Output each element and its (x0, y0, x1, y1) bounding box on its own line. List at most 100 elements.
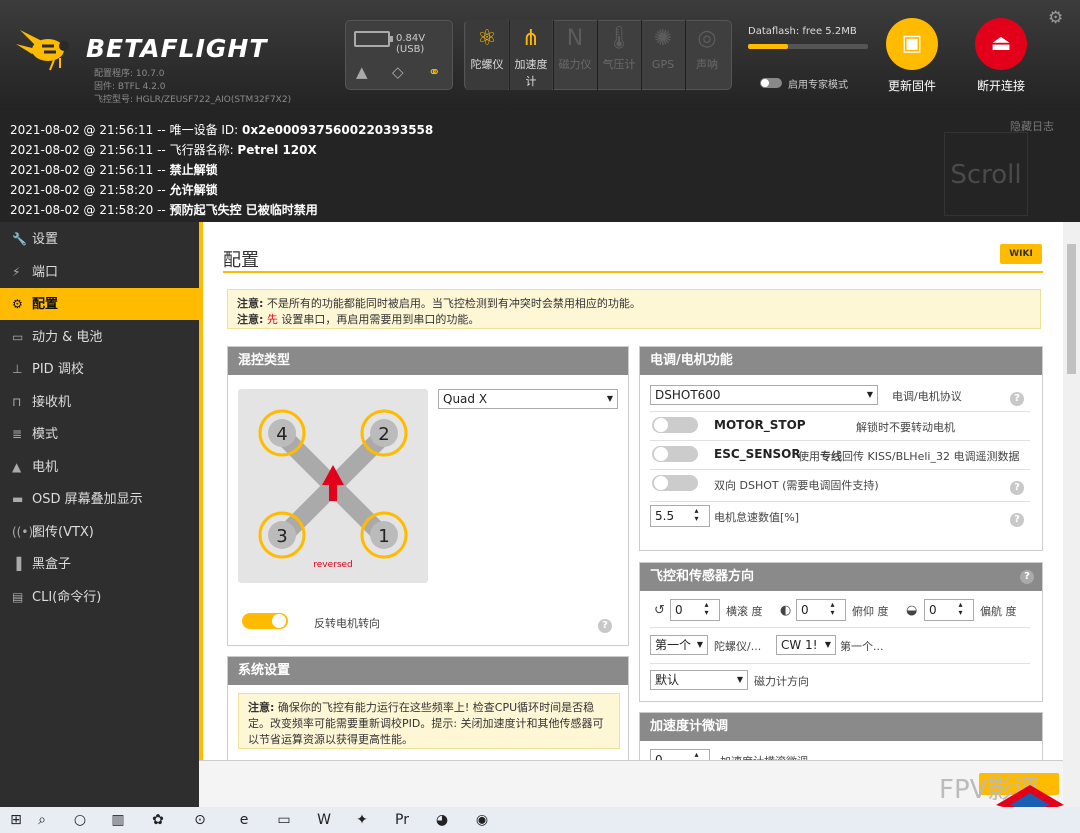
wrench-icon: 🔧 (12, 232, 27, 246)
motor-idle-input[interactable]: 5.5 (650, 505, 710, 527)
sidebar-item-osd[interactable]: ▬ OSD 屏幕叠加显示 (0, 483, 199, 515)
sidebar-item-pid[interactable]: ⊥ PID 调校 (0, 353, 199, 385)
sensor-label: 陀螺仪 (470, 58, 504, 71)
roll-input[interactable]: 0 (670, 599, 720, 621)
betaflight-icon[interactable]: ✦ (352, 811, 372, 829)
search2-icon[interactable]: ⊙ (190, 811, 210, 829)
note2-text: 设置串口，再启用需要用到串口的功能。 (277, 313, 480, 326)
sidebar-item-label: 配置 (32, 297, 59, 312)
roll-label: 横滚 度 (726, 605, 763, 618)
sidebar-item-cli[interactable]: ▤ CLI(命令行) (0, 581, 199, 613)
sidebar-item-plug[interactable]: ⚡ 端口 (0, 256, 199, 288)
motor-stop-toggle[interactable] (652, 417, 698, 433)
premiere-icon[interactable]: Pr (392, 811, 412, 829)
magnetometer-icon: N (566, 26, 584, 51)
mixer-type-select[interactable]: Quad X (438, 389, 618, 409)
gps-icon: ✺ (653, 26, 673, 51)
app2-icon[interactable]: W (314, 811, 334, 829)
system-header: 系统设置 (228, 657, 628, 685)
edge-icon[interactable]: e (234, 811, 254, 829)
gyro-icon: ⚛ (477, 26, 497, 51)
system-note: 注意: 确保你的飞控有能力运行在这些频率上! 检查CPU循环时间是否稳定。改变频… (238, 693, 620, 749)
status-panel: 0.84V (USB) ▲ ◇ ⚭ (345, 20, 453, 90)
sidebar-item-motor[interactable]: ▲ 电机 (0, 451, 199, 483)
yaw-input[interactable]: 0 (924, 599, 974, 621)
sensor-gyro: ⚛ 陀螺仪 (466, 20, 508, 90)
system-panel: 系统设置 注意: 确保你的飞控有能力运行在这些频率上! 检查CPU循环时间是否稳… (227, 656, 629, 776)
help-icon[interactable]: ? (1010, 513, 1024, 527)
settings-gear-icon[interactable]: ⚙ (1048, 8, 1063, 28)
sidebar-item-receiver[interactable]: ⊓ 接收机 (0, 386, 199, 418)
wiki-button[interactable]: WIKI (1000, 244, 1042, 264)
expert-mode-toggle[interactable] (760, 78, 782, 88)
expert-mode-label: 启用专家模式 (788, 80, 848, 91)
sidebar-item-battery[interactable]: ▭ 动力 & 电池 (0, 321, 199, 353)
esc-header: 电调/电机功能 (640, 347, 1042, 375)
search-icon[interactable]: ⌕ (32, 811, 52, 829)
log-line: 2021-08-02 @ 21:56:11 -- 唯一设备 ID: 0x2e00… (10, 123, 434, 137)
help-icon[interactable]: ? (1010, 481, 1024, 495)
update-firmware-label[interactable]: 更新固件 (872, 77, 952, 94)
help-icon[interactable]: ? (1020, 570, 1034, 584)
sensor-label: 磁力仪 (558, 58, 592, 71)
sidebar-item-blackbox[interactable]: ▐ 黑盒子 (0, 548, 199, 580)
mixer-header: 混控类型 (228, 347, 628, 375)
link-icon: ⚭ (428, 63, 441, 81)
sidebar-item-wrench[interactable]: 🔧 设置 (0, 223, 199, 255)
explorer-icon[interactable]: ▭ (274, 811, 294, 829)
pitch-label: 俯仰 度 (852, 605, 889, 618)
help-icon[interactable]: ? (598, 619, 612, 633)
reversed-label: reversed (313, 560, 353, 570)
esc-sensor-toggle[interactable] (652, 446, 698, 462)
update-firmware-button[interactable]: ▣ (886, 18, 938, 70)
gear-icon: ⚙ (12, 297, 23, 311)
plug-icon: ⚡ (12, 264, 21, 279)
pitch-input[interactable]: 0 (796, 599, 846, 621)
pid-icon: ⊥ (12, 362, 23, 376)
cortana-icon[interactable]: ○ (70, 811, 90, 829)
battery-voltage: 0.84V (USB) (396, 33, 426, 55)
chrome-icon[interactable]: ◉ (472, 811, 492, 829)
quad-x-diagram: 4 2 3 1 reversed (258, 409, 408, 570)
motor-1-label: 1 (378, 526, 389, 547)
accel-trim-header: 加速度计微调 (640, 713, 1042, 741)
modes-icon: ≣ (12, 427, 23, 441)
pitch-icon: ◐ (780, 603, 792, 618)
sensor-accelerometer: ⋔ 加速度计 (510, 20, 552, 90)
system-note-text: 确保你的飞控有能力运行在这些频率上! 检查CPU循环时间是否稳定。改变频率可能需… (248, 701, 604, 746)
alignment-select[interactable]: CW 1! (776, 635, 836, 655)
paint-icon[interactable]: ◕ (432, 811, 452, 829)
disconnect-button[interactable]: ⏏ (975, 18, 1027, 70)
sidebar: 🔧 设置 ⚡ 端口 ⚙ 配置 ▭ 动力 & 电池 ⊥ PID 调校 ⊓ 接收机 ≣ 模式 ▲ 电机 ▬ OSD 屏… (0, 222, 199, 807)
sidebar-item-label: CLI(命令行) (32, 589, 102, 605)
start-icon[interactable]: ⊞ (6, 811, 26, 829)
sensor-sonar: ◎ 声呐 (686, 20, 728, 90)
main-scrollbar[interactable] (1063, 222, 1080, 807)
mag-alignment-select[interactable]: 默认 (650, 670, 748, 690)
disconnect-label[interactable]: 断开连接 (961, 77, 1041, 94)
sidebar-item-vtx[interactable]: ((•))图传(VTX) (0, 516, 199, 548)
sidebar-item-label: 动力 & 电池 (32, 329, 103, 345)
app-icon[interactable]: ✿ (148, 811, 168, 829)
orientation-panel: 飞控和传感器方向 ? ↺ 0 横滚 度 ◐ 0 俯仰 度 ◒ 0 偏航 度 第一… (639, 562, 1043, 702)
esc-protocol-label: 电调/电机协议 (892, 390, 962, 403)
esc-protocol-select[interactable]: DSHOT600 (650, 385, 878, 405)
sensor-label: 加速度计 (514, 58, 548, 88)
sidebar-item-label: 端口 (32, 264, 59, 280)
mixer-diagram: 4 2 3 1 reversed (238, 389, 428, 583)
brand-title: BETAFLIGHT (86, 34, 268, 63)
firmware-version: 固件: BTFL 4.2.0 (94, 82, 166, 92)
taskview-icon[interactable]: ▥ (108, 811, 128, 829)
gyro-select[interactable]: 第一个 (650, 635, 708, 655)
sidebar-item-modes[interactable]: ≣ 模式 (0, 418, 199, 450)
bidir-dshot-toggle[interactable] (652, 475, 698, 491)
motor-2-label: 2 (378, 424, 389, 445)
scroll-hint: Scroll (944, 132, 1028, 216)
sidebar-item-gear[interactable]: ⚙ 配置 (0, 288, 199, 320)
help-icon[interactable]: ? (1010, 392, 1024, 406)
reverse-motors-toggle[interactable] (242, 613, 288, 629)
osd-icon: ▬ (12, 492, 24, 506)
motor-stop-label: MOTOR_STOP (714, 418, 806, 432)
board-name: 飞控型号: HGLR/ZEUSF722_AIO(STM32F7X2) (94, 95, 292, 105)
yaw-label: 偏航 度 (980, 605, 1017, 618)
